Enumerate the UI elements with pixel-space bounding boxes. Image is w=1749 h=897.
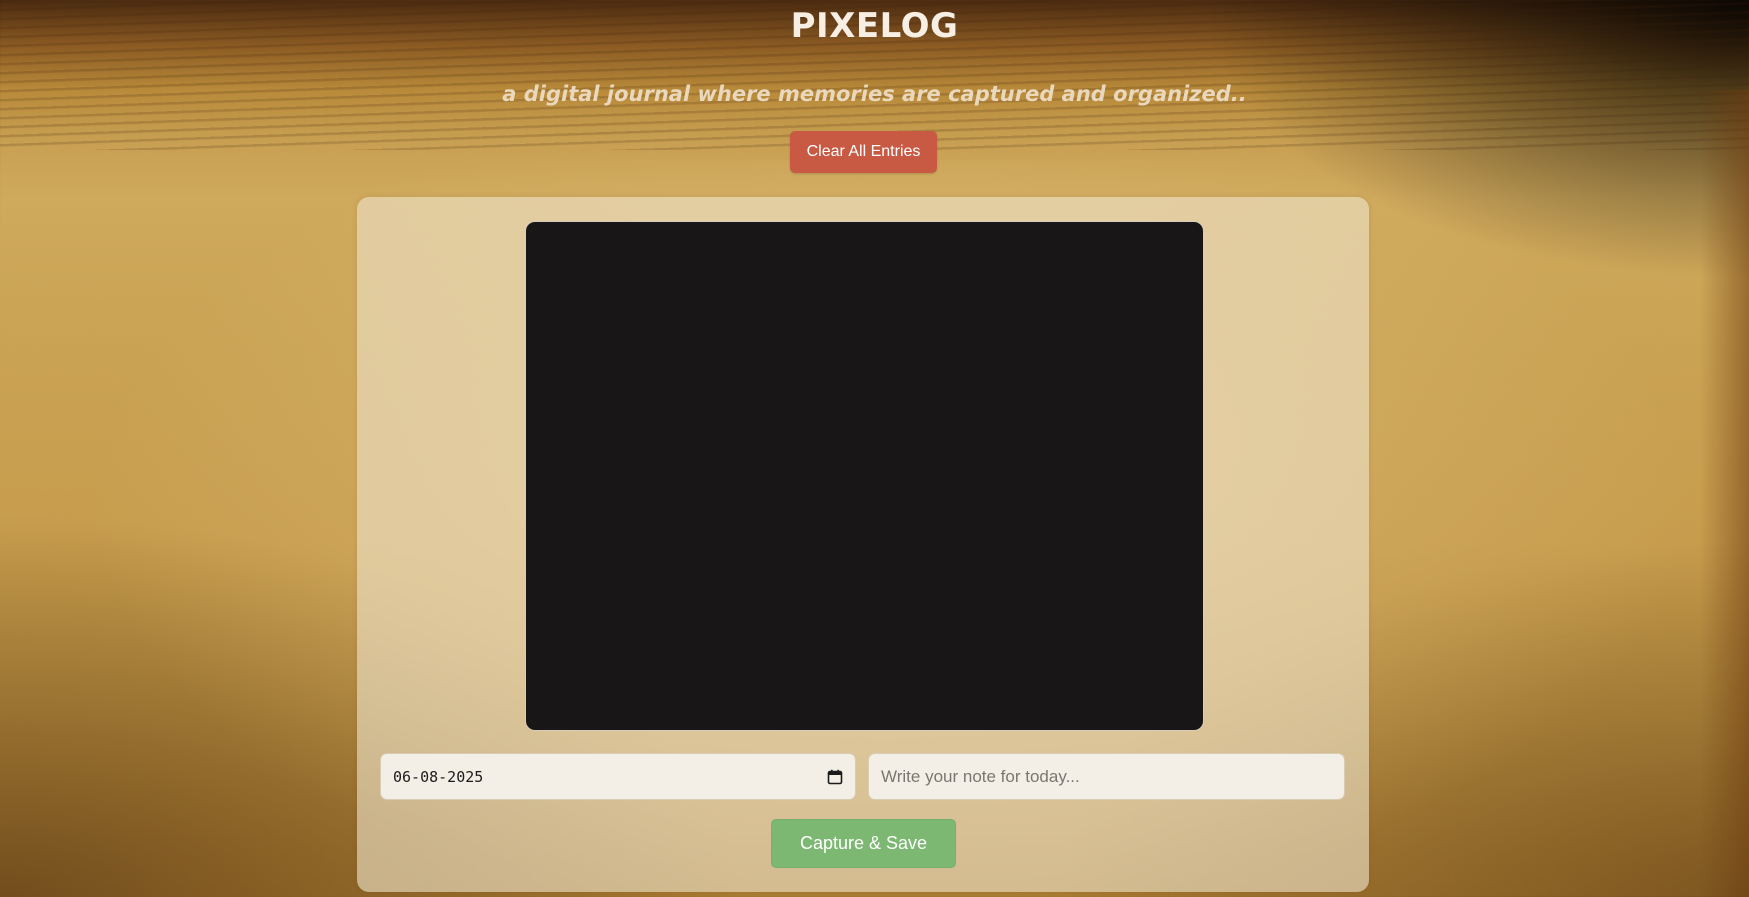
note-input[interactable] [868, 753, 1345, 800]
journal-card: 06-08-2025 Capture & Save [357, 197, 1369, 892]
background-edge [1700, 90, 1749, 897]
capture-save-button[interactable]: Capture & Save [771, 819, 956, 868]
camera-preview [525, 221, 1204, 731]
page-subtitle: a digital journal where memories are cap… [502, 82, 1247, 106]
date-input[interactable]: 06-08-2025 [380, 753, 856, 800]
page-title: PIXELOG [790, 6, 959, 46]
calendar-icon[interactable] [827, 769, 843, 785]
clear-all-entries-button[interactable]: Clear All Entries [790, 131, 937, 173]
date-value: 06-08-2025 [393, 768, 484, 786]
